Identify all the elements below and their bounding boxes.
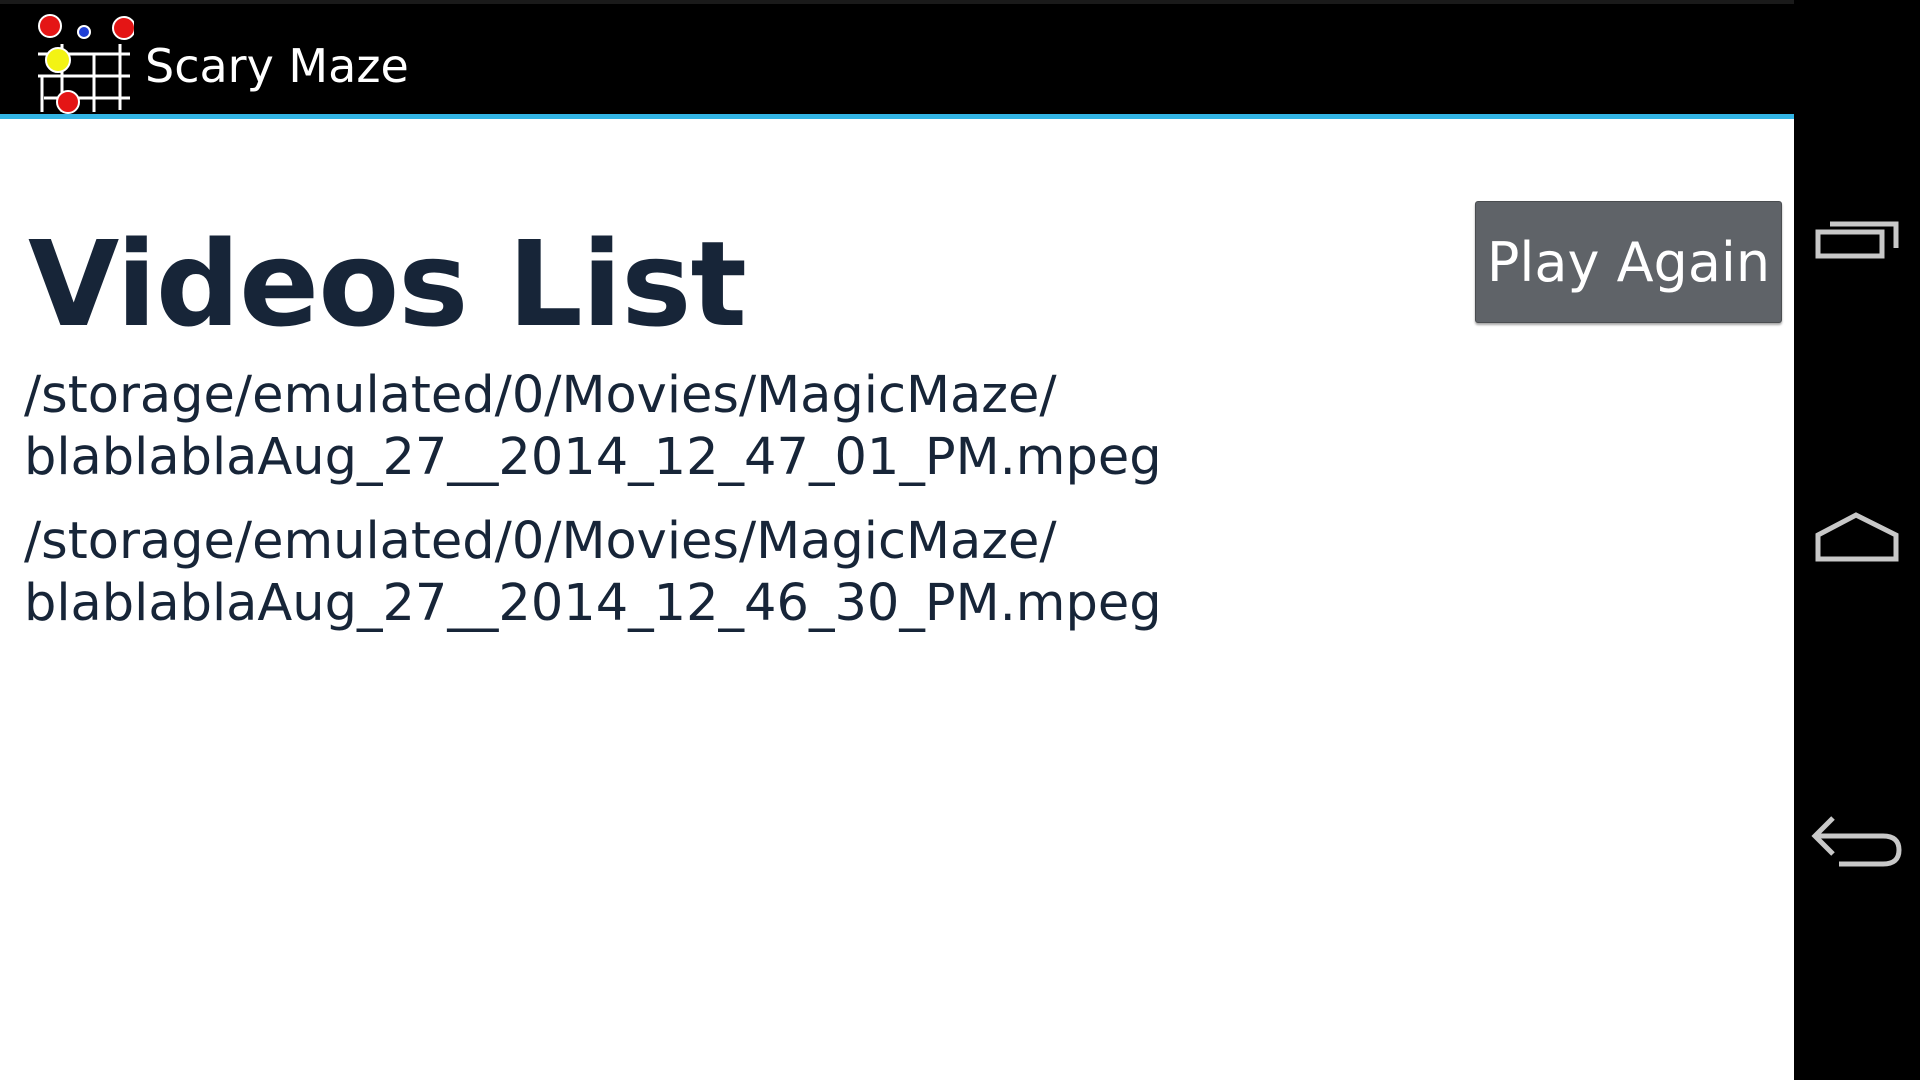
video-list: /storage/emulated/0/Movies/MagicMaze/ bl… bbox=[24, 365, 1464, 657]
maze-app-icon[interactable] bbox=[34, 14, 134, 114]
video-filename-line: blablablaAug_27__2014_12_46_30_PM.mpeg bbox=[24, 574, 1162, 633]
action-bar: Scary Maze bbox=[0, 0, 1794, 114]
video-path-line: /storage/emulated/0/Movies/MagicMaze/ bbox=[24, 366, 1057, 425]
home-icon bbox=[1815, 512, 1899, 562]
navigation-bar bbox=[1794, 0, 1920, 1080]
app-title: Scary Maze bbox=[145, 39, 409, 93]
device-screen: Scary Maze Videos List Play Again /stora… bbox=[0, 0, 1920, 1080]
video-filename-line: blablablaAug_27__2014_12_47_01_PM.mpeg bbox=[24, 428, 1162, 487]
home-button[interactable] bbox=[1807, 485, 1907, 585]
recent-apps-icon bbox=[1815, 221, 1899, 259]
recent-apps-button[interactable] bbox=[1807, 190, 1907, 290]
back-icon bbox=[1811, 816, 1902, 867]
main-content: Videos List Play Again /storage/emulated… bbox=[0, 119, 1794, 1080]
play-again-button[interactable]: Play Again bbox=[1475, 201, 1782, 323]
video-list-item[interactable]: /storage/emulated/0/Movies/MagicMaze/ bl… bbox=[24, 365, 1464, 489]
app-window: Scary Maze Videos List Play Again /stora… bbox=[0, 0, 1794, 1080]
back-button[interactable] bbox=[1807, 790, 1907, 890]
video-list-item[interactable]: /storage/emulated/0/Movies/MagicMaze/ bl… bbox=[24, 511, 1464, 635]
page-title: Videos List bbox=[28, 215, 747, 353]
video-path-line: /storage/emulated/0/Movies/MagicMaze/ bbox=[24, 512, 1057, 571]
